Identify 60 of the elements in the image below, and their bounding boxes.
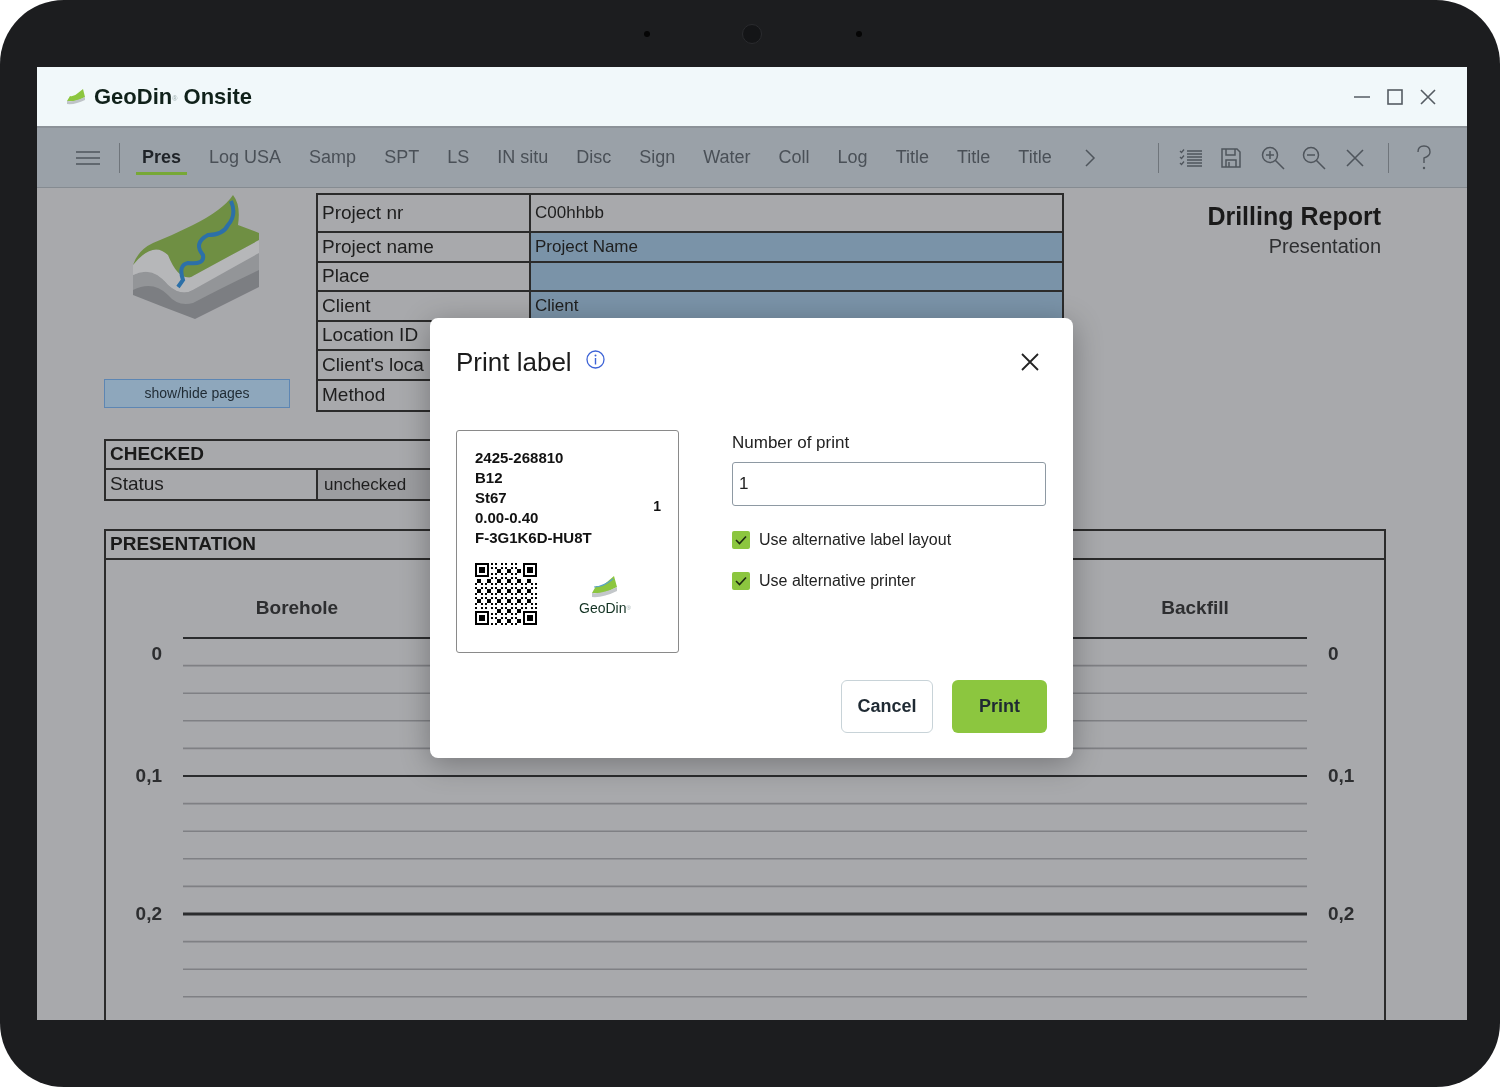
label-count: 1: [653, 497, 661, 516]
logo-text: GeoDin$^{®}$: [579, 599, 631, 617]
table-cell[interactable]: Client: [531, 292, 1062, 320]
close-icon[interactable]: [1021, 353, 1039, 371]
print-button[interactable]: Print: [952, 680, 1047, 733]
toolbar-tab[interactable]: Disc: [562, 128, 626, 187]
app-title: GeoDin$^{®}$ Onsite: [94, 83, 252, 111]
checkbox[interactable]: [732, 572, 750, 590]
toolbar-tab[interactable]: Pres: [128, 128, 196, 187]
column-header: Backfill: [1161, 596, 1229, 620]
info-icon[interactable]: [585, 349, 605, 369]
checkbox[interactable]: [732, 531, 750, 549]
checklist-icon[interactable]: [1178, 147, 1203, 168]
menu-icon[interactable]: [75, 148, 101, 167]
toolbar-tab[interactable]: Log: [823, 128, 882, 187]
cancel-button[interactable]: Cancel: [841, 680, 933, 733]
column-header: Borehole: [255, 596, 339, 620]
label-text: F-3G1K6D-HU8T: [475, 528, 592, 548]
depth-label: 0: [151, 641, 162, 666]
depth-label: 0,2: [1328, 901, 1355, 926]
depth-label: 0,1: [1328, 763, 1355, 788]
chevron-right-icon[interactable]: [1083, 147, 1096, 168]
report-title: Drilling Report: [1207, 201, 1381, 231]
checkbox-label[interactable]: Use alternative printer: [759, 569, 916, 593]
zoom-out-icon[interactable]: [1301, 145, 1326, 170]
toolbar-tab[interactable]: Title: [942, 128, 1005, 187]
zoom-in-icon[interactable]: [1260, 145, 1285, 170]
help-icon[interactable]: [1415, 144, 1432, 171]
label-text: B12: [475, 468, 503, 488]
save-icon[interactable]: [1219, 146, 1242, 169]
toolbar-tab[interactable]: SPT: [370, 128, 434, 187]
toolbar-tab[interactable]: Title: [881, 128, 943, 187]
toolbar-tab[interactable]: Samp: [295, 128, 371, 187]
table-cell[interactable]: [531, 262, 1062, 290]
table-cell-text: C00hhbb: [534, 202, 605, 225]
depth-label: 0,1: [135, 763, 162, 788]
logo-icon: [590, 575, 619, 599]
show-hide-pages-button[interactable]: show/hide pages: [104, 379, 290, 408]
checkbox-label[interactable]: Use alternative label layout: [759, 528, 952, 552]
table-cell[interactable]: Project Name: [531, 233, 1062, 261]
toolbar-tab[interactable]: Water: [689, 128, 765, 187]
logo-icon: [66, 87, 86, 106]
table-cell: Project nr: [318, 195, 531, 231]
toolbar-tab[interactable]: LS: [433, 128, 484, 187]
toolbar-tab[interactable]: Log USA: [195, 128, 296, 187]
report-subtitle: Presentation: [1268, 234, 1381, 259]
label-text: 0.00-0.40: [475, 508, 539, 528]
qr-code: [475, 563, 537, 625]
toolbar-tab[interactable]: Title: [1004, 128, 1066, 187]
maximize-icon[interactable]: [1386, 87, 1404, 106]
toolbar-tab[interactable]: Coll: [764, 128, 824, 187]
depth-label: 0: [1328, 641, 1339, 666]
checkmark-icon: [735, 576, 747, 586]
toolbar-tab[interactable]: Sign: [625, 128, 690, 187]
depth-label: 0,2: [135, 901, 162, 926]
toolbar-tab[interactable]: IN situ: [483, 128, 563, 187]
close-icon[interactable]: [1419, 87, 1437, 106]
number-of-print-field[interactable]: 1: [732, 462, 1046, 506]
label-text: 2425-268810: [475, 448, 564, 468]
checkmark-icon: [735, 535, 747, 545]
